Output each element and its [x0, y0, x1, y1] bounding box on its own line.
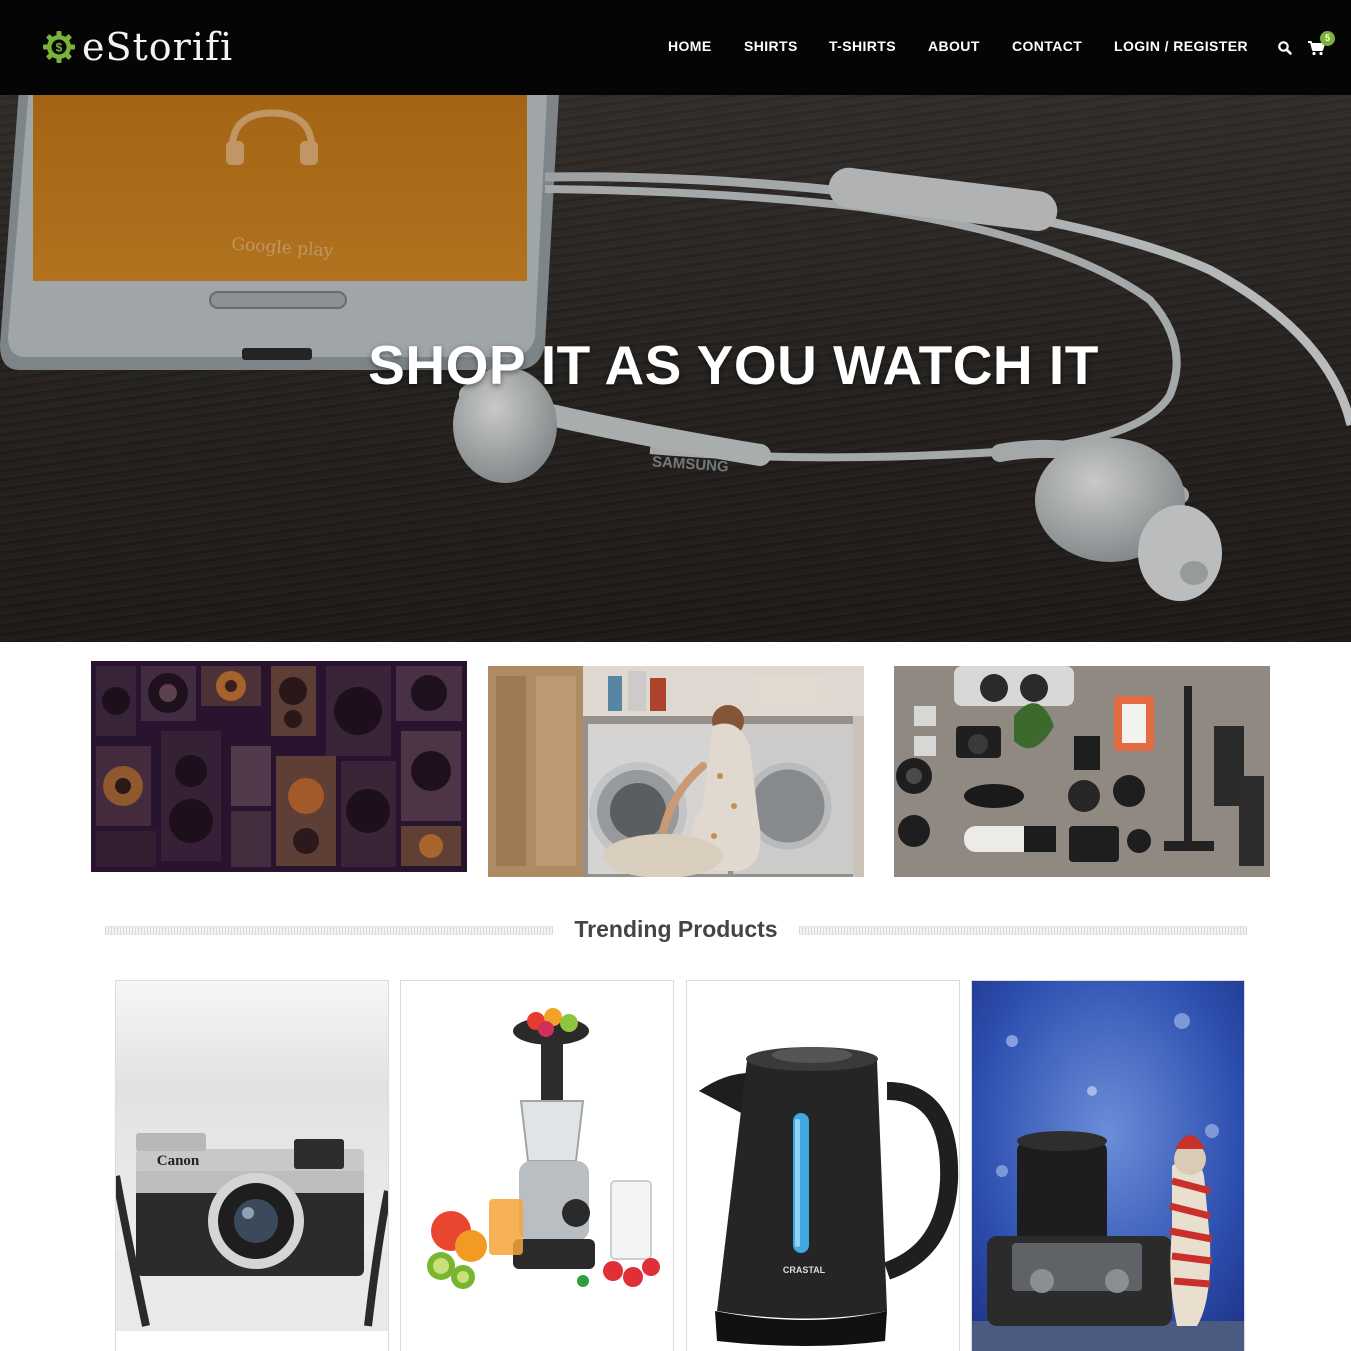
category-banner-cameras[interactable]: [894, 666, 1270, 877]
main-nav: HOME SHIRTS T-SHIRTS ABOUT CONTACT LOGIN…: [0, 38, 1351, 58]
nav-t-shirts[interactable]: T-SHIRTS: [829, 38, 896, 54]
product-card-mirrorless-camera[interactable]: [971, 980, 1245, 1351]
kettle-brand-mark: CRASTAL: [783, 1265, 826, 1275]
product-card-juicer[interactable]: [400, 980, 674, 1351]
category-banner-speakers[interactable]: [91, 661, 467, 872]
canon-camera-image: Canon: [116, 981, 388, 1331]
camera-figure-image: [972, 981, 1244, 1351]
site-header: $ eStorifi HOME SHIRTS T-SHIRTS ABOUT CO…: [0, 0, 1351, 95]
juicer-image: [401, 981, 673, 1351]
search-icon[interactable]: [1277, 40, 1293, 56]
trending-products-title: Trending Products: [574, 916, 778, 942]
nav-about[interactable]: ABOUT: [928, 38, 980, 54]
product-card-canon-camera[interactable]: Canon: [115, 980, 389, 1351]
section-divider-left: [105, 926, 553, 935]
canon-brand-mark: Canon: [157, 1153, 200, 1169]
nav-home[interactable]: HOME: [668, 38, 712, 54]
category-banner-appliances[interactable]: [488, 666, 864, 877]
section-divider-right: [799, 926, 1247, 935]
hero-banner: Google play SAMSUNG SHOP IT AS YOU WATCH…: [0, 95, 1351, 642]
nav-login-register[interactable]: LOGIN / REGISTER: [1114, 38, 1248, 54]
kettle-image: CRASTAL: [687, 981, 959, 1351]
nav-contact[interactable]: CONTACT: [1012, 38, 1082, 54]
speakers-image: [91, 661, 467, 872]
laundry-image: [488, 666, 864, 877]
nav-shirts[interactable]: SHIRTS: [744, 38, 798, 54]
cart-count-badge: 5: [1320, 31, 1335, 46]
camera-gear-image: [894, 666, 1270, 877]
hero-title: SHOP IT AS YOU WATCH IT: [368, 334, 1099, 396]
product-card-kettle[interactable]: CRASTAL: [686, 980, 960, 1351]
